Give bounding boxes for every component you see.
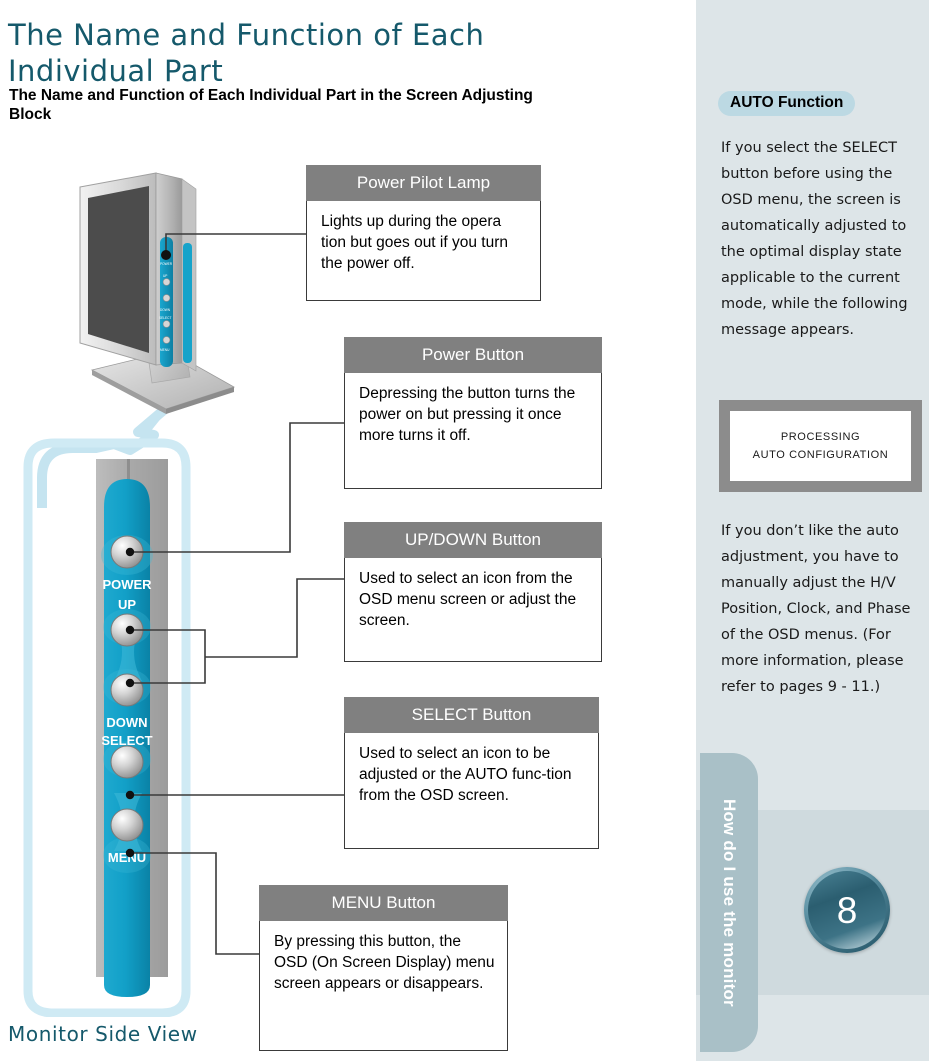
page-subtitle: The Name and Function of Each Individual… [9, 87, 533, 123]
svg-text:DOWN: DOWN [160, 308, 171, 312]
osd-message-inner: PROCESSING AUTO CONFIGURATION [730, 411, 911, 481]
callout-select-button: SELECT Button Used to select an icon to … [344, 697, 599, 849]
callout-title: Power Pilot Lamp [306, 165, 541, 201]
page-number-badge: 8 [804, 867, 890, 953]
chapter-tab-label: How do I use the monitor [720, 798, 739, 1007]
callout-title: SELECT Button [344, 697, 599, 733]
callout-power-pilot-lamp: Power Pilot Lamp Lights up during the op… [306, 165, 541, 301]
label-up: UP [118, 597, 136, 612]
label-down: DOWN [106, 715, 147, 730]
osd-message-line-2: AUTO CONFIGURATION [752, 449, 889, 461]
page-number-text: 8 [836, 889, 858, 931]
main-content: The Name and Function of Each Individual… [0, 0, 696, 1061]
label-menu: MENU [108, 850, 146, 865]
svg-text:POWER: POWER [160, 262, 173, 266]
callout-body: Depressing the button turns the power on… [344, 373, 602, 489]
svg-text:UP: UP [163, 274, 167, 278]
osd-message-box: PROCESSING AUTO CONFIGURATION [719, 400, 922, 492]
auto-function-badge: AUTO Function [718, 91, 856, 116]
callout-updown-button: UP/DOWN Button Used to select an icon fr… [344, 522, 602, 662]
label-select: SELECT [101, 733, 152, 748]
callout-title: Power Button [344, 337, 602, 373]
callout-title: UP/DOWN Button [344, 522, 602, 558]
svg-text:MENU: MENU [160, 348, 170, 352]
sidebar-paragraph-2: If you don’t like the auto adjustment, y… [721, 523, 911, 695]
sidebar: AUTO Function If you select the SELECT b… [696, 0, 929, 1061]
power-pilot-lamp [162, 250, 171, 260]
callout-body: By pressing this button, the OSD (On Scr… [259, 921, 508, 1051]
osd-message-line-1: PROCESSING [780, 431, 861, 443]
label-power: POWER [102, 577, 152, 592]
callout-body: Used to select an icon to be adjusted or… [344, 733, 599, 849]
callout-body: Lights up during the opera tion but goes… [306, 201, 541, 301]
callout-title: MENU Button [259, 885, 508, 921]
svg-text:SELECT: SELECT [159, 316, 171, 320]
page-title: The Name and Function of Each Individual… [8, 18, 485, 89]
monitor-panel [79, 172, 197, 372]
monitor-side-view-label: Monitor Side View [8, 1022, 198, 1046]
monitor-side-panel-zoom: POWER UP DOWN SELECT MENU [23, 438, 191, 1017]
sidebar-paragraph-1: If you select the SELECT button before u… [721, 140, 908, 338]
callout-menu-button: MENU Button By pressing this button, the… [259, 885, 508, 1051]
callout-body: Used to select an icon from the OSD menu… [344, 558, 602, 662]
monitor-illustration: POWER UP DOWN SELECT MENU [79, 172, 235, 414]
callout-power-button: Power Button Depressing the button turns… [344, 337, 602, 489]
chapter-tab: How do I use the monitor [700, 753, 758, 1052]
